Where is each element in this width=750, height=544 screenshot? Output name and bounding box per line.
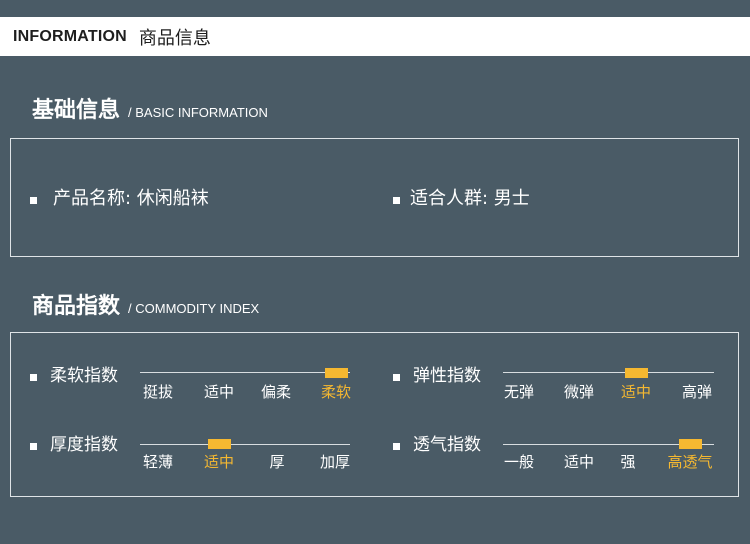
bullet-icon bbox=[393, 374, 400, 381]
index-option: 柔软 bbox=[320, 383, 352, 401]
basic-info-title-en: / BASIC INFORMATION bbox=[128, 105, 268, 120]
bullet-icon bbox=[393, 197, 400, 204]
header-title-cn: 商品信息 bbox=[138, 27, 211, 49]
index-option: 高弹 bbox=[681, 383, 713, 401]
index-label-thickness: 厚度指数 bbox=[50, 435, 118, 455]
index-option: 微弹 bbox=[563, 383, 595, 401]
index-marker-elasticity bbox=[624, 368, 648, 378]
bullet-icon bbox=[30, 443, 37, 450]
commodity-index-title-en: / COMMODITY INDEX bbox=[128, 301, 260, 316]
commodity-index-box bbox=[10, 332, 739, 497]
index-option: 无弹 bbox=[503, 383, 535, 401]
index-option: 轻薄 bbox=[142, 453, 174, 471]
audience-text: 适合人群: 男士 bbox=[410, 188, 530, 209]
index-option: 适中 bbox=[563, 453, 595, 471]
index-option: 适中 bbox=[203, 383, 235, 401]
index-label-breathability: 透气指数 bbox=[413, 435, 481, 455]
index-marker-softness bbox=[324, 368, 348, 378]
commodity-index-title-cn: 商品指数 bbox=[32, 294, 121, 319]
index-option: 适中 bbox=[620, 383, 652, 401]
header-title-en: INFORMATION bbox=[13, 27, 127, 45]
index-option: 偏柔 bbox=[260, 383, 292, 401]
index-scale-line bbox=[140, 444, 350, 445]
index-scale-line bbox=[140, 372, 350, 373]
commodity-index-heading: 商品指数 / COMMODITY INDEX bbox=[32, 288, 259, 320]
index-option: 适中 bbox=[203, 453, 235, 471]
header-bar: INFORMATION 商品信息 bbox=[0, 17, 750, 56]
bullet-icon bbox=[30, 197, 37, 204]
bullet-icon bbox=[393, 443, 400, 450]
index-scale-line bbox=[503, 372, 714, 373]
product-name-text: 产品名称: 休闲船袜 bbox=[53, 188, 209, 209]
index-label-elasticity: 弹性指数 bbox=[413, 366, 481, 386]
basic-info-heading: 基础信息 / BASIC INFORMATION bbox=[32, 92, 268, 124]
index-option: 一般 bbox=[503, 453, 535, 471]
index-marker-breathability bbox=[678, 439, 702, 449]
index-label-softness: 柔软指数 bbox=[50, 366, 118, 386]
basic-info-title-cn: 基础信息 bbox=[32, 98, 121, 123]
index-option: 挺拔 bbox=[142, 383, 174, 401]
index-marker-thickness bbox=[207, 439, 231, 449]
index-option: 厚 bbox=[269, 453, 285, 471]
index-option: 加厚 bbox=[319, 453, 351, 471]
index-option: 强 bbox=[620, 453, 636, 471]
bullet-icon bbox=[30, 374, 37, 381]
index-option: 高透气 bbox=[667, 453, 713, 471]
